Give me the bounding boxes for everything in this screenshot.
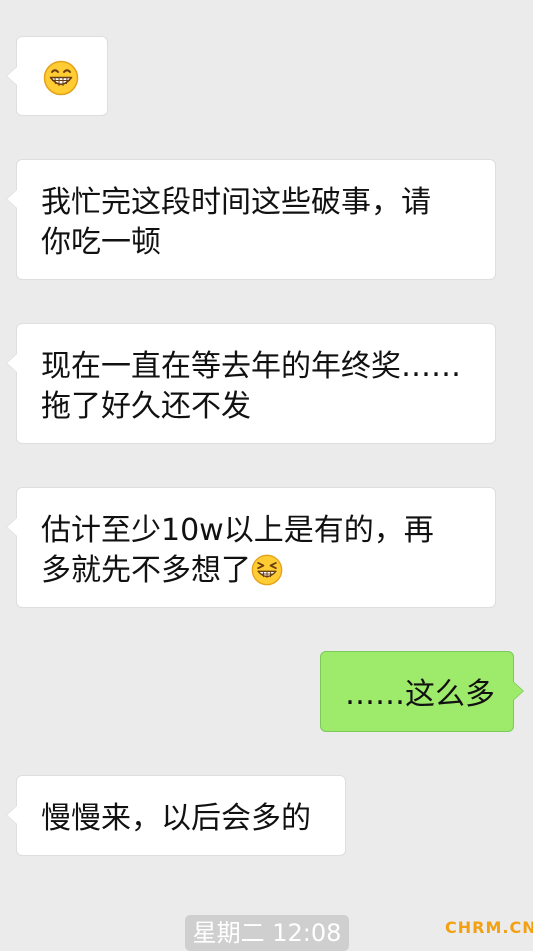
message-text: 拖了好久还不发 xyxy=(41,389,251,424)
message-text: 你吃一顿 xyxy=(41,225,161,260)
watermark-logo: CHRM.CN xyxy=(445,918,533,937)
message-bubble-incoming[interactable]: 估计至少10w以上是有的，再 多就先不多想了 xyxy=(6,487,496,608)
message-bubble-incoming[interactable]: 我忙完这段时间这些破事，请 你吃一顿 xyxy=(6,159,496,280)
squinting-grin-face-icon xyxy=(251,554,283,597)
message-bubble-incoming[interactable] xyxy=(6,36,108,116)
timestamp-label: 星期二 12:08 xyxy=(185,915,349,951)
message-text: 我忙完这段时间这些破事，请 xyxy=(41,185,431,220)
grinning-face-icon xyxy=(43,60,79,107)
message-text: 慢慢来，以后会多的 xyxy=(41,801,311,836)
message-text: 现在一直在等去年的年终奖…… xyxy=(41,349,461,384)
message-bubble-outgoing[interactable]: ……这么多 xyxy=(320,651,524,732)
message-bubble-incoming[interactable]: 现在一直在等去年的年终奖…… 拖了好久还不发 xyxy=(6,323,496,444)
message-bubble-incoming[interactable]: 慢慢来，以后会多的 xyxy=(6,775,346,856)
message-text: 估计至少10w以上是有的，再 xyxy=(41,513,434,548)
message-text: 多就先不多想了 xyxy=(41,553,251,588)
message-text: ……这么多 xyxy=(345,677,495,712)
